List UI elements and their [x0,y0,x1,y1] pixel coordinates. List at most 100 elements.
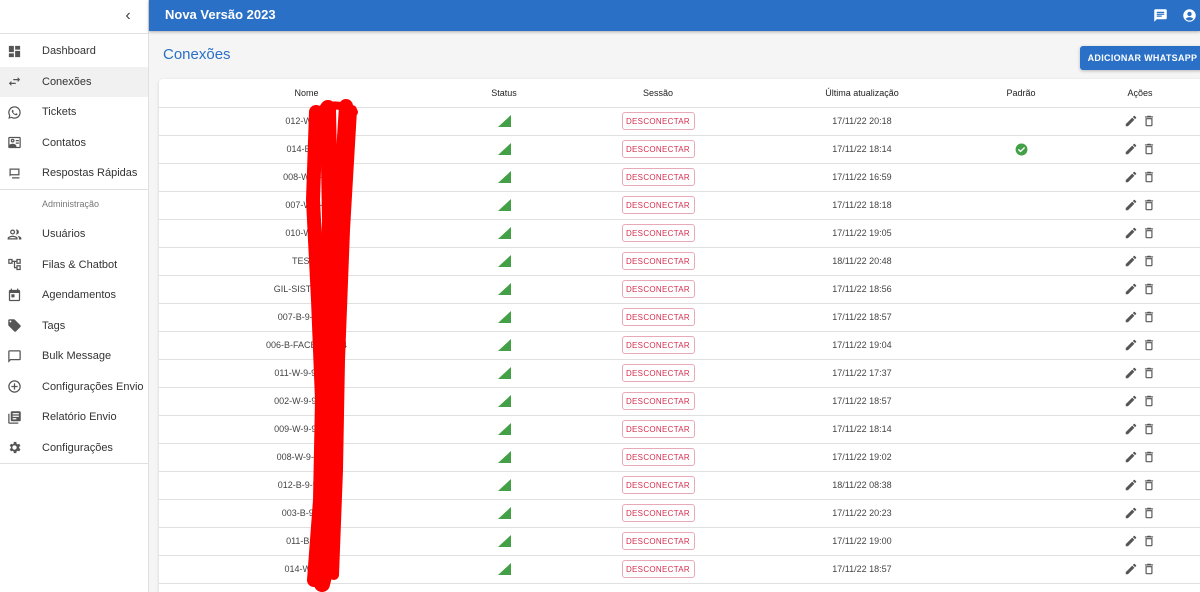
add-whatsapp-button[interactable]: ADICIONAR WHATSAPP [1080,46,1200,70]
edit-icon[interactable] [1124,366,1138,380]
signal-icon [497,311,511,323]
sidebar-item-label: Relatório Envio [42,411,117,424]
connection-name: GIL-SIST-9-9 57 [159,275,454,304]
session-cell: DESCONECTAR [554,443,762,472]
disconnect-button[interactable]: DESCONECTAR [621,504,695,522]
delete-icon[interactable] [1142,394,1156,408]
column-header-actions[interactable]: Ações [1080,79,1200,108]
sidebar-item-contatos[interactable]: Contatos [0,128,148,159]
disconnect-button[interactable]: DESCONECTAR [621,560,695,578]
sidebar-item-conexoes[interactable]: Conexões [0,66,148,97]
sidebar-item-bulk-message[interactable]: Bulk Message [0,341,148,372]
status-cell [454,415,554,444]
disconnect-button[interactable]: DESCONECTAR [621,280,695,298]
edit-icon[interactable] [1124,310,1138,324]
last-updated: 17/11/22 18:18 [762,191,962,220]
delete-icon[interactable] [1142,198,1156,212]
edit-icon[interactable] [1124,226,1138,240]
edit-icon[interactable] [1124,506,1138,520]
whatsapp-icon [6,104,22,120]
status-cell [454,135,554,164]
session-cell: DESCONECTAR [554,359,762,388]
delete-icon[interactable] [1142,310,1156,324]
table-row: 007-W-9-9 DESCONECTAR 17/11/22 18:18 [159,191,1200,220]
edit-icon[interactable] [1124,142,1138,156]
edit-icon[interactable] [1124,534,1138,548]
disconnect-button[interactable]: DESCONECTAR [621,112,695,130]
column-header-session[interactable]: Sessão [554,79,762,108]
column-header-updated[interactable]: Última atualização [762,79,962,108]
last-updated: 17/11/22 18:57 [762,555,962,584]
edit-icon[interactable] [1124,450,1138,464]
disconnect-button[interactable]: DESCONECTAR [621,308,695,326]
account-circle-icon[interactable] [1181,7,1197,23]
sidebar-item-dashboard[interactable]: Dashboard [0,36,148,67]
disconnect-button[interactable]: DESCONECTAR [621,196,695,214]
sidebar-item-agendamentos[interactable]: Agendamentos [0,280,148,311]
sidebar-item-configuracoes[interactable]: Configurações [0,433,148,464]
delete-icon[interactable] [1142,562,1156,576]
delete-icon[interactable] [1142,338,1156,352]
disconnect-button[interactable]: DESCONECTAR [621,224,695,242]
chevron-left-icon[interactable]: ‹ [118,6,138,26]
column-header-default[interactable]: Padrão [962,79,1080,108]
table-row: 007-B-9-91 75 DESCONECTAR 17/11/22 18:57 [159,303,1200,332]
app-title: Nova Versão 2023 [165,7,276,22]
edit-icon[interactable] [1124,114,1138,128]
column-header-status[interactable]: Status [454,79,554,108]
status-cell [454,163,554,192]
sidebar-item-filas-chatbot[interactable]: Filas & Chatbot [0,250,148,281]
delete-icon[interactable] [1142,282,1156,296]
sidebar-item-respostas-rapidas[interactable]: Respostas Rápidas [0,158,148,189]
disconnect-button[interactable]: DESCONECTAR [621,364,695,382]
edit-icon[interactable] [1124,422,1138,436]
sidebar-item-label: Tags [42,319,66,332]
sidebar-item-tags[interactable]: Tags [0,311,148,342]
delete-icon[interactable] [1142,506,1156,520]
delete-icon[interactable] [1142,366,1156,380]
default-cell [962,555,1080,584]
sidebar-item-relatorio-envio[interactable]: Relatório Envio [0,402,148,433]
connections-table: Nome Status Sessão Última atualização Pa… [159,79,1200,584]
edit-icon[interactable] [1124,282,1138,296]
delete-icon[interactable] [1142,534,1156,548]
last-updated: 17/11/22 17:37 [762,359,962,388]
delete-icon[interactable] [1142,226,1156,240]
disconnect-button[interactable]: DESCONECTAR [621,420,695,438]
disconnect-button[interactable]: DESCONECTAR [621,336,695,354]
disconnect-button[interactable]: DESCONECTAR [621,476,695,494]
disconnect-button[interactable]: DESCONECTAR [621,448,695,466]
last-updated: 17/11/22 19:04 [762,331,962,360]
last-updated: 17/11/22 18:14 [762,415,962,444]
delete-icon[interactable] [1142,142,1156,156]
edit-icon[interactable] [1124,254,1138,268]
edit-icon[interactable] [1124,394,1138,408]
disconnect-button[interactable]: DESCONECTAR [621,168,695,186]
edit-icon[interactable] [1124,478,1138,492]
chat-icon[interactable] [1152,7,1168,23]
disconnect-button[interactable]: DESCONECTAR [621,392,695,410]
edit-icon[interactable] [1124,338,1138,352]
tag-icon [6,318,22,334]
signal-icon [497,507,511,519]
delete-icon[interactable] [1142,254,1156,268]
delete-icon[interactable] [1142,422,1156,436]
edit-icon[interactable] [1124,198,1138,212]
delete-icon[interactable] [1142,114,1156,128]
default-cell [962,471,1080,500]
delete-icon[interactable] [1142,450,1156,464]
sidebar-item-configuracoes-envio[interactable]: Configurações Envio [0,372,148,403]
edit-icon[interactable] [1124,170,1138,184]
disconnect-button[interactable]: DESCONECTAR [621,532,695,550]
sidebar-item-tickets[interactable]: Tickets [0,97,148,128]
disconnect-button[interactable]: DESCONECTAR [621,140,695,158]
sidebar-item-usuarios[interactable]: Usuários [0,219,148,250]
delete-icon[interactable] [1142,478,1156,492]
status-cell [454,275,554,304]
disconnect-button[interactable]: DESCONECTAR [621,252,695,270]
delete-icon[interactable] [1142,170,1156,184]
column-header-name[interactable]: Nome [159,79,454,108]
status-cell [454,471,554,500]
edit-icon[interactable] [1124,562,1138,576]
connection-name: 012-B-9-9 023 [159,471,454,500]
